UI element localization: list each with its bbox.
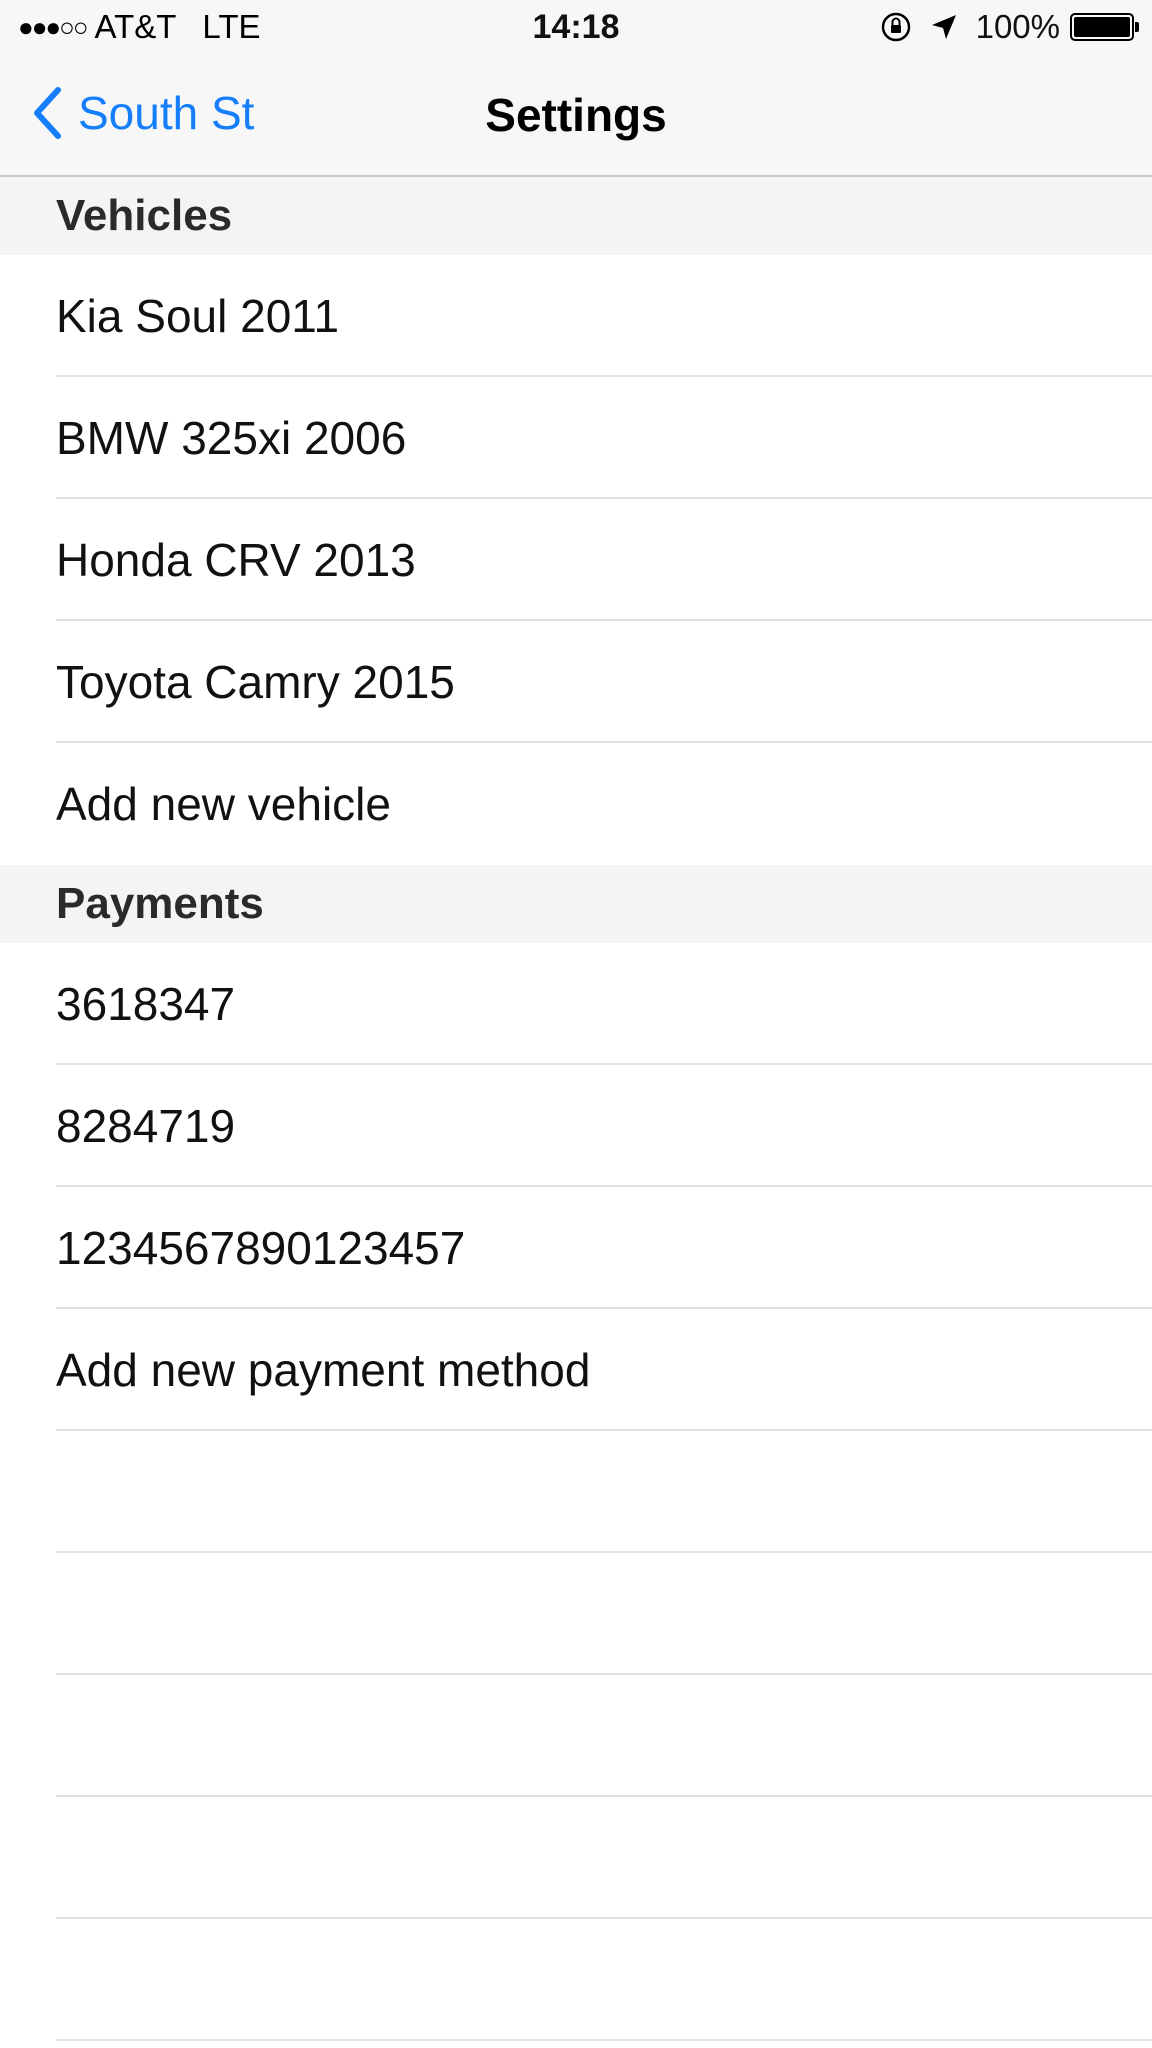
vehicle-item[interactable]: Kia Soul 2011 xyxy=(0,255,1152,377)
battery-icon xyxy=(1070,13,1139,41)
add-vehicle-button[interactable]: Add new vehicle xyxy=(0,743,1152,865)
orientation-lock-icon xyxy=(880,11,912,43)
settings-list: Vehicles Kia Soul 2011 BMW 325xi 2006 Ho… xyxy=(0,177,1152,2041)
status-right: 100% xyxy=(880,8,1139,46)
empty-row xyxy=(0,1431,1152,1553)
payment-item[interactable]: 8284719 xyxy=(0,1065,1152,1187)
empty-row xyxy=(0,1675,1152,1797)
section-header-payments: Payments xyxy=(0,865,1152,943)
battery-percent: 100% xyxy=(975,8,1060,45)
page-title: Settings xyxy=(485,89,667,141)
payment-item[interactable]: 3618347 xyxy=(0,943,1152,1065)
empty-row xyxy=(0,1797,1152,1919)
vehicle-item[interactable]: Toyota Camry 2015 xyxy=(0,621,1152,743)
empty-row xyxy=(0,1919,1152,2041)
payment-item[interactable]: 1234567890123457 xyxy=(0,1187,1152,1309)
vehicle-item[interactable]: BMW 325xi 2006 xyxy=(0,377,1152,499)
section-header-vehicles: Vehicles xyxy=(0,177,1152,255)
battery-fill xyxy=(1074,17,1130,37)
status-bar: ●●●○○ AT&T LTE 14:18 100% xyxy=(0,0,1152,56)
location-arrow-icon xyxy=(930,13,958,41)
add-payment-method-button[interactable]: Add new payment method xyxy=(0,1309,1152,1431)
navigation-bar: South St Settings xyxy=(0,56,1152,177)
vehicle-item[interactable]: Honda CRV 2013 xyxy=(0,499,1152,621)
battery-tip xyxy=(1135,22,1139,32)
empty-row xyxy=(0,1553,1152,1675)
